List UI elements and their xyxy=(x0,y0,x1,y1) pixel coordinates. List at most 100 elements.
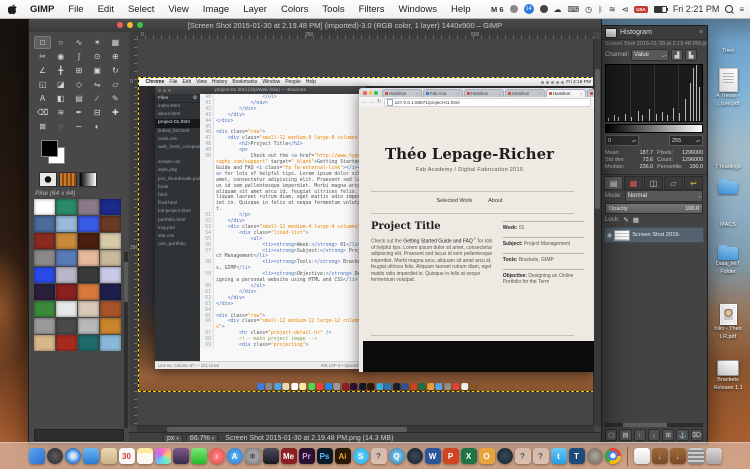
brackets-editor[interactable]: 40 </ul> 41 </nav> 42 </div> 43 </div> 44 </d… xyxy=(200,94,366,362)
spotlight-search-icon[interactable] xyxy=(725,5,734,13)
pattern-swatch-3[interactable] xyxy=(100,199,121,215)
pattern-swatch-33[interactable] xyxy=(56,335,77,351)
lock-pixels-icon[interactable]: ✎ xyxy=(623,216,628,224)
dock-calendar[interactable]: 30 xyxy=(118,448,135,464)
tab-close-icon[interactable]: × xyxy=(498,91,500,96)
file-item[interactable]: simple.css xyxy=(155,159,200,167)
range-low-input[interactable]: 0 ▴▾ xyxy=(605,135,639,146)
lock-alpha-icon[interactable]: ▦ xyxy=(633,216,639,224)
pattern-swatch-22[interactable] xyxy=(78,284,99,300)
file-item[interactable]: ject_thumbnails.psd xyxy=(155,176,200,184)
address-bar[interactable]: 127.0.0.1:60871/project-01.html xyxy=(383,97,591,107)
brush-preview[interactable] xyxy=(39,172,57,187)
file-item[interactable]: web_fonts_composite xyxy=(155,144,200,152)
tool-scissors-select[interactable]: ✂ xyxy=(34,50,51,63)
pattern-swatch-1[interactable] xyxy=(56,199,77,215)
file-item[interactable]: project-01.html xyxy=(155,119,200,128)
folder-icon[interactable] xyxy=(718,179,738,194)
dock-mail[interactable] xyxy=(82,448,99,464)
pattern-preview[interactable] xyxy=(59,172,77,187)
apple-menu-icon[interactable] xyxy=(8,3,17,15)
tab-close-icon[interactable]: × xyxy=(580,91,582,96)
file-item[interactable]: los-project.html xyxy=(155,208,200,216)
histogram-header[interactable]: Histogram ≡ xyxy=(601,26,707,40)
paths-tab[interactable]: ◫ xyxy=(644,176,663,190)
gear-icon[interactable]: ⚙ xyxy=(193,96,197,101)
new-layer-button[interactable]: ▢ xyxy=(605,429,618,441)
dock-safari[interactable] xyxy=(64,448,81,464)
dock-media-encoder[interactable]: Me xyxy=(280,448,297,464)
pattern-swatch-6[interactable] xyxy=(78,216,99,232)
dock-twitter[interactable]: t xyxy=(550,448,567,464)
pattern-swatch-29[interactable] xyxy=(56,318,77,334)
range-high-input[interactable]: 255 ▴▾ xyxy=(669,135,703,146)
dock-missing-app-2[interactable]: ? xyxy=(514,448,531,464)
pattern-swatch-24[interactable] xyxy=(34,301,55,317)
tool-eraser[interactable]: ⌫ xyxy=(34,106,51,119)
raise-layer-button[interactable]: ↑ xyxy=(633,429,646,441)
undo-history-tab[interactable]: ↩ xyxy=(684,176,703,190)
gradient-preview[interactable] xyxy=(79,172,97,187)
tool-heal[interactable]: ✚ xyxy=(107,106,124,119)
pattern-swatch-13[interactable] xyxy=(56,250,77,266)
cloud-icon[interactable]: ☁ xyxy=(554,5,562,14)
image-layer[interactable]: Chrome File Edit View History Bookmarks Window… xyxy=(138,77,594,392)
tool-zoom[interactable]: ⊕ xyxy=(107,50,124,63)
folio-pdf[interactable]: folio - Theo LR.pdf xyxy=(706,304,750,340)
file-item[interactable]: portfolio.html xyxy=(155,217,200,225)
thesis-pdf[interactable]: A Thesis - ...ture.pdf xyxy=(706,68,750,107)
dock-illustrator[interactable]: Ai xyxy=(334,448,351,464)
menu-edit[interactable]: Edit xyxy=(91,4,121,15)
dock-notes[interactable] xyxy=(136,448,153,464)
tool-cage-transform[interactable]: ▱ xyxy=(107,78,124,91)
lower-layer-button[interactable]: ↓ xyxy=(647,429,661,441)
file-list-gap[interactable] xyxy=(155,152,200,159)
pattern-swatch-12[interactable] xyxy=(34,250,55,266)
brackets-title-bar[interactable]: project-01.html (clip/Web-folio) — Brack… xyxy=(155,86,366,94)
tool-perspective-clone[interactable]: ⊠ xyxy=(34,120,51,133)
pattern-swatch-19[interactable] xyxy=(100,267,121,283)
close-button[interactable] xyxy=(117,22,123,28)
dock-tweetdeck[interactable]: T xyxy=(568,448,585,464)
brackets-installer[interactable]: Brackets Release 1.1 xyxy=(706,360,750,391)
dock-chrome[interactable] xyxy=(604,448,621,464)
dock-downloads-2[interactable]: ↓ xyxy=(669,448,686,464)
panel-menu-icon[interactable]: ≡ xyxy=(699,29,703,36)
textexpander-menu-icon[interactable]: M 6 xyxy=(491,5,504,14)
pdf-document-icon[interactable] xyxy=(718,68,738,92)
dock-photos[interactable] xyxy=(154,448,171,464)
volume-icon[interactable]: ⊲ xyxy=(622,5,629,14)
input-language-flag-icon[interactable]: USA xyxy=(634,5,648,13)
tool-ellipse-select[interactable]: ○ xyxy=(52,36,69,49)
menu-file[interactable]: File xyxy=(61,4,90,15)
file-item[interactable]: final.html xyxy=(155,200,200,208)
pattern-swatch-0[interactable] xyxy=(34,199,55,215)
layers-tab[interactable]: ▤ xyxy=(604,176,623,190)
tool-dodge-burn[interactable]: ◐ xyxy=(89,120,106,133)
pattern-swatch-23[interactable] xyxy=(100,284,121,300)
pattern-swatch-5[interactable] xyxy=(56,216,77,232)
dock-excel[interactable]: X xyxy=(460,448,477,464)
pattern-swatch-28[interactable] xyxy=(34,318,55,334)
file-item[interactable]: html xyxy=(155,192,200,200)
file-item[interactable]: one_portfolio xyxy=(155,241,200,249)
pattern-swatch-8[interactable] xyxy=(34,233,55,249)
file-item[interactable]: main.css xyxy=(155,136,200,144)
delete-layer-button[interactable]: ⌦ xyxy=(690,429,703,441)
dock-app-store[interactable]: A xyxy=(226,448,243,464)
chrome-tab[interactable]: Hamilton × xyxy=(545,89,586,97)
pattern-swatch-2[interactable] xyxy=(78,199,99,215)
foreground-color-swatch[interactable] xyxy=(41,140,58,157)
dock-document[interactable] xyxy=(633,448,650,464)
file-item[interactable]: site.css xyxy=(155,233,200,241)
pattern-swatch-14[interactable] xyxy=(78,250,99,266)
fg-bg-color-swatches[interactable] xyxy=(39,138,129,172)
pattern-swatch-10[interactable] xyxy=(78,233,99,249)
notification-bell-icon[interactable] xyxy=(509,5,518,13)
battery-icon[interactable] xyxy=(653,5,668,13)
dock-system-preferences[interactable]: ✻ xyxy=(244,448,261,464)
bluetooth-icon[interactable]: ᛒ xyxy=(598,5,603,14)
file-item[interactable]: fonts xyxy=(155,184,200,192)
tab-close-icon[interactable]: × xyxy=(457,91,459,96)
tool-color-picker[interactable]: ⊙ xyxy=(89,50,106,63)
